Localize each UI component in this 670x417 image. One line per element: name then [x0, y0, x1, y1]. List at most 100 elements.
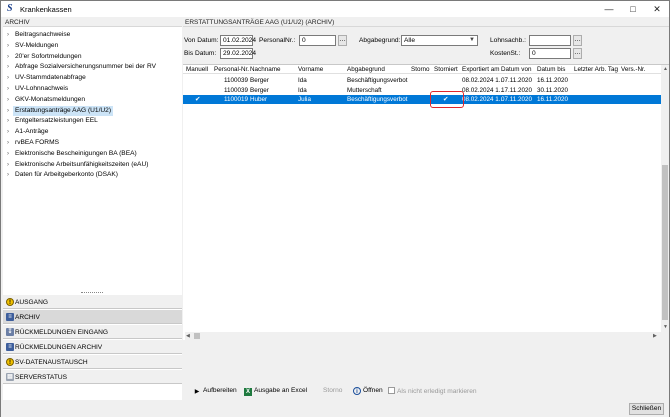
cell-abgabegrund: Beschäftigungsverbot — [347, 77, 408, 84]
scroll-down-icon[interactable]: ▼ — [663, 324, 668, 330]
oeffnen-button[interactable]: i Öffnen — [353, 387, 383, 395]
abgabegrund-label: Abgabegrund: — [359, 37, 401, 44]
chevron-right-icon[interactable]: › — [7, 116, 9, 127]
tree-item[interactable]: › GKV-Monatsmeldungen — [3, 95, 182, 106]
tree-item-label: Erstattungsanträge AAG (U1/U2) — [13, 105, 114, 117]
table-row[interactable]: 1100039 Berger Ida Beschäftigungsverbot 08.0… — [183, 76, 661, 85]
nav-section-archiv[interactable]: ≡ ARCHIV — [3, 309, 182, 324]
checkbox-icon — [388, 387, 395, 394]
tree-item[interactable]: › 20'er Sofortmeldungen — [3, 52, 182, 63]
scroll-right-icon[interactable]: ▶ — [653, 333, 657, 339]
cell-personalnr: 1100039 — [224, 86, 249, 94]
kostenst-lookup-button[interactable]: … — [573, 48, 582, 59]
nav-section-sv-datenaustausch[interactable]: ! SV-DATENAUSTAUSCH — [3, 354, 182, 369]
close-button[interactable]: Schließen — [629, 403, 664, 415]
inbox-icon: ↧ — [6, 328, 14, 336]
tree-item[interactable]: › Elektronische Bescheinigungen BA (BEA) — [3, 149, 182, 160]
chevron-right-icon[interactable]: › — [7, 127, 9, 138]
column-header[interactable]: Exportiert am — [462, 66, 499, 73]
nav-section-label: RÜCKMELDUNGEN ARCHIV — [15, 344, 103, 351]
column-header[interactable]: Letzter Arb. Tag — [574, 66, 618, 73]
tree-item[interactable]: › rvBEA FORMS — [3, 138, 182, 149]
chevron-right-icon[interactable]: › — [7, 106, 9, 117]
nav-section-r-ckmeldungen-eingang[interactable]: ↧ RÜCKMELDUNGEN EINGANG — [3, 324, 182, 339]
column-header[interactable]: Datum von — [501, 66, 531, 73]
lohnsachb-lookup-button[interactable]: … — [573, 35, 582, 46]
chevron-right-icon[interactable]: › — [7, 30, 9, 41]
abgabegrund-select[interactable]: Alle ▼ — [401, 35, 478, 46]
tree-item[interactable]: › UV-Stammdatenabfrage — [3, 73, 182, 84]
column-header[interactable]: Nachname — [250, 66, 280, 73]
nicht-erledigt-checkbox[interactable]: Als nicht erledigt markieren — [388, 387, 477, 395]
left-pane-header: ARCHIV — [3, 18, 182, 27]
chevron-right-icon[interactable]: › — [7, 149, 9, 160]
tree-item[interactable]: › Erstattungsanträge AAG (U1/U2) — [3, 105, 182, 117]
tree-item-label: GKV-Monatsmeldungen — [15, 95, 86, 103]
tree-item[interactable]: › SV-Meldungen — [3, 41, 182, 52]
minimize-icon[interactable]: — — [597, 1, 621, 17]
chevron-right-icon[interactable]: › — [7, 160, 9, 171]
lohnsachb-input[interactable] — [529, 35, 571, 46]
column-header[interactable]: Storniert — [434, 66, 458, 73]
tree-item[interactable]: › UV-Lohnnachweis — [3, 84, 182, 95]
nav-section-label: RÜCKMELDUNGEN EINGANG — [15, 329, 109, 336]
storno-label: Storno — [323, 387, 343, 394]
tree-item[interactable]: › Beitragsnachweise — [3, 30, 182, 41]
maximize-icon[interactable]: □ — [621, 1, 645, 17]
column-header[interactable]: Vorname — [298, 66, 323, 73]
cell-bis: 16.11.2020 — [537, 96, 569, 103]
nav-section-label: SERVERSTATUS — [15, 374, 68, 381]
vertical-scroll-thumb[interactable] — [662, 165, 668, 320]
tree-item[interactable]: › Elektronische Arbeitsunfähigkeitszeiten… — [3, 160, 182, 171]
vertical-scrollbar[interactable]: ▲ ▼ — [661, 65, 669, 341]
von-datum-label: Von Datum: — [184, 37, 219, 44]
scroll-left-icon[interactable]: ◀ — [186, 333, 190, 339]
nav-section-serverstatus[interactable]: ▤ SERVERSTATUS — [3, 369, 182, 384]
chevron-right-icon[interactable]: › — [7, 84, 9, 95]
tree-item[interactable]: › Daten für Arbeitgeberkonto (DSAK) — [3, 170, 182, 181]
antraege-grid[interactable]: Manuell Personal-Nr. Nachname Vorname Abgabe… — [183, 64, 669, 341]
personalnr-label: PersonalNr.: — [259, 37, 296, 44]
personalnr-input[interactable]: 0 — [299, 35, 336, 46]
nav-section-label: ARCHIV — [15, 314, 40, 321]
table-row[interactable]: ✔ 1100019 Huber Julia Beschäftigungsverbot ✔ 0… — [183, 95, 661, 104]
von-datum-input[interactable]: 01.02.2024 — [220, 35, 256, 46]
application-window: S Krankenkassen — □ ✕ ARCHIV › Beitragsna… — [0, 0, 670, 417]
tree-item[interactable]: › Abfrage Sozialversicherungsnummer bei d… — [3, 62, 182, 73]
chevron-right-icon[interactable]: › — [7, 95, 9, 106]
storno-button[interactable]: Storno — [323, 387, 342, 394]
column-header[interactable]: Datum bis — [537, 66, 565, 73]
tree-item-label: Beitragsnachweise — [15, 31, 71, 38]
scroll-up-icon[interactable]: ▲ — [663, 66, 668, 72]
close-icon[interactable]: ✕ — [645, 1, 669, 17]
chevron-right-icon[interactable]: › — [7, 170, 9, 181]
chevron-right-icon[interactable]: › — [7, 138, 9, 149]
chevron-right-icon[interactable]: › — [7, 62, 9, 73]
personalnr-lookup-button[interactable]: … — [338, 35, 347, 46]
cell-nachname: Berger — [250, 77, 269, 84]
column-header[interactable]: Storno — [411, 66, 430, 73]
chevron-right-icon[interactable]: › — [7, 73, 9, 84]
nav-section-r-ckmeldungen-archiv[interactable]: ≡ RÜCKMELDUNGEN ARCHIV — [3, 339, 182, 354]
excel-export-label: Ausgabe an Excel — [254, 387, 308, 394]
nav-section-ausgang[interactable]: ! AUSGANG — [3, 294, 182, 309]
archive-tree: › Beitragsnachweise › SV-Meldungen › 20'er So… — [3, 30, 182, 181]
bis-datum-input[interactable]: 29.02.2024 — [220, 48, 256, 59]
tree-item-label: UV-Lohnnachweis — [15, 84, 69, 92]
cell-vorname: Ida — [298, 86, 307, 94]
column-header[interactable]: Vers.-Nr. — [621, 66, 646, 73]
column-header[interactable]: Manuell — [186, 66, 208, 73]
kostenst-input[interactable]: 0 — [529, 48, 571, 59]
cell-von: 17.11.2020 — [501, 86, 533, 94]
column-header[interactable]: Personal-Nr. — [214, 66, 249, 73]
column-header[interactable]: Abgabegrund — [347, 66, 385, 73]
table-row[interactable]: 1100039 Berger Ida Mutterschaft 08.02.2024 1… — [183, 86, 661, 95]
tree-item[interactable]: › A1-Anträge — [3, 127, 182, 138]
horizontal-scrollbar[interactable]: ◀ ▶ — [185, 332, 661, 340]
chevron-right-icon[interactable]: › — [7, 41, 9, 52]
aufbereiten-button[interactable]: ▶ Aufbereiten — [193, 387, 237, 396]
excel-export-button[interactable]: X Ausgabe an Excel — [244, 387, 307, 396]
horizontal-scroll-thumb[interactable] — [194, 333, 200, 339]
tree-item[interactable]: › Entgeltersatzleistungen EEL — [3, 116, 182, 127]
chevron-right-icon[interactable]: › — [7, 52, 9, 63]
